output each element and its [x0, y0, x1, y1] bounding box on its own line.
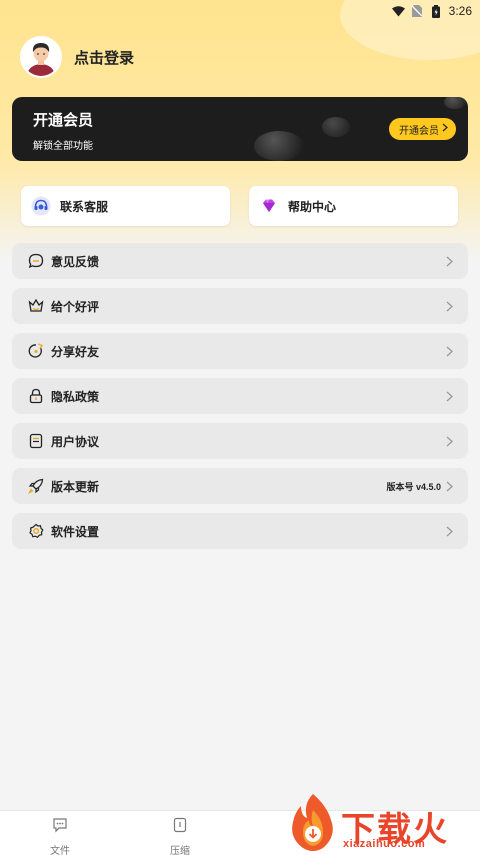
- menu-item-label: 版本更新: [51, 479, 100, 494]
- vip-title: 开通会员: [33, 112, 94, 129]
- chevron-right-icon: [442, 123, 448, 135]
- menu-item-agreement[interactable]: 用户协议: [12, 423, 468, 459]
- chevron-right-icon: [446, 255, 456, 267]
- compress-icon: [172, 817, 188, 838]
- menu-item-label: 意见反馈: [51, 254, 100, 269]
- flame-logo-icon: [292, 794, 333, 851]
- menu-item-share[interactable]: 分享好友: [12, 333, 468, 369]
- menu-item-label: 隐私政策: [51, 389, 100, 404]
- chevron-right-icon: [446, 300, 456, 312]
- menu-item-settings[interactable]: 软件设置: [12, 513, 468, 549]
- document-icon: [27, 433, 44, 450]
- tab-label: 压缩: [170, 846, 190, 855]
- no-sim-icon: [411, 5, 424, 18]
- battery-icon: [430, 4, 443, 18]
- status-bar: 3:26: [0, 0, 480, 22]
- menu-item-label: 用户协议: [51, 434, 100, 449]
- help-center-button[interactable]: 帮助中心: [249, 186, 458, 226]
- decor-blob: [322, 117, 350, 137]
- help-center-label: 帮助中心: [288, 199, 337, 214]
- decor-blob: [254, 131, 304, 161]
- contact-service-label: 联系客服: [60, 199, 109, 214]
- menu-item-feedback[interactable]: 意见反馈: [12, 243, 468, 279]
- chevron-right-icon: [446, 480, 456, 492]
- lock-icon: [27, 388, 44, 405]
- vip-card[interactable]: 开通会员 解锁全部功能 开通会员: [12, 97, 468, 161]
- watermark-logo: 下载火 xiazaihuo.com: [283, 790, 480, 855]
- rocket-icon: [27, 478, 44, 495]
- menu-item-label: 分享好友: [51, 344, 100, 359]
- settings-gear-icon: [27, 523, 44, 540]
- chevron-right-icon: [446, 390, 456, 402]
- login-label[interactable]: 点击登录: [74, 47, 134, 68]
- tab-compress[interactable]: 压缩: [150, 817, 210, 855]
- tab-label: 文件: [50, 846, 70, 855]
- menu-item-update[interactable]: 版本更新 版本号 v4.5.0: [12, 468, 468, 504]
- share-icon: [27, 343, 44, 360]
- vip-subtitle: 解锁全部功能: [33, 141, 93, 152]
- watermark-url: xiazaihuo.com: [343, 838, 426, 850]
- chevron-right-icon: [446, 345, 456, 357]
- tab-files[interactable]: 文件: [30, 817, 90, 855]
- chevron-right-icon: [446, 525, 456, 537]
- contact-service-button[interactable]: 联系客服: [21, 186, 230, 226]
- customer-service-icon: [31, 196, 51, 216]
- rating-crown-icon: [27, 298, 44, 315]
- open-vip-button[interactable]: 开通会员: [389, 118, 456, 140]
- wifi-icon: [391, 5, 405, 18]
- chevron-right-icon: [446, 435, 456, 447]
- avatar[interactable]: [20, 36, 62, 78]
- decor-blob: [444, 97, 466, 109]
- login-area[interactable]: 点击登录: [20, 36, 134, 78]
- open-vip-button-label: 开通会员: [399, 125, 439, 137]
- settings-menu: 意见反馈 给个好评 分享好友 隐私政策 用户协议 版本更新 版本号 v4.5.0…: [12, 243, 468, 558]
- feedback-bubble-icon: [27, 253, 44, 270]
- menu-item-label: 给个好评: [51, 299, 100, 314]
- version-number: 版本号 v4.5.0: [386, 481, 441, 492]
- menu-item-label: 软件设置: [51, 524, 100, 539]
- menu-item-privacy[interactable]: 隐私政策: [12, 378, 468, 414]
- help-diamond-icon: [259, 196, 279, 216]
- menu-item-rate[interactable]: 给个好评: [12, 288, 468, 324]
- status-time: 3:26: [448, 4, 472, 18]
- file-chat-icon: [52, 817, 68, 838]
